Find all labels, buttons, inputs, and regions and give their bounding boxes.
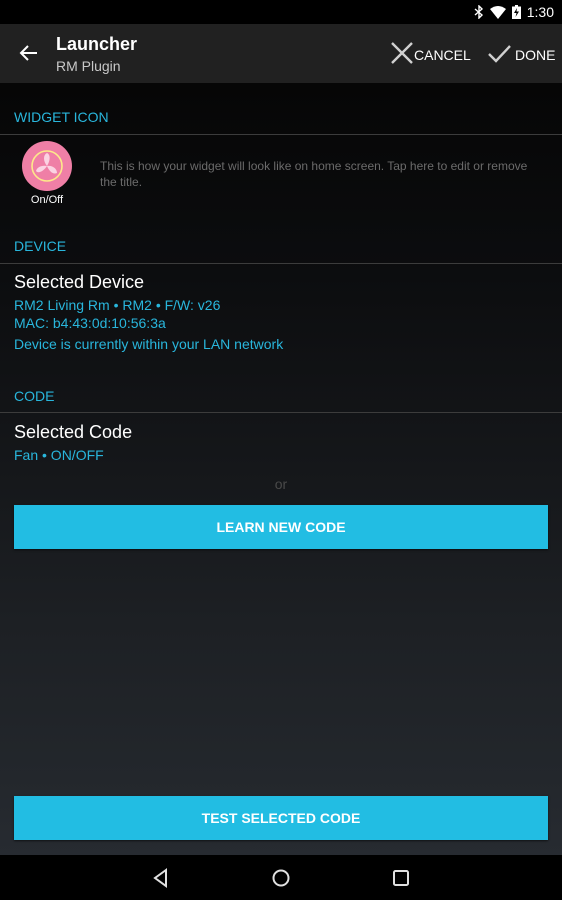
battery-charging-icon (511, 5, 521, 19)
section-header-label: CODE (14, 388, 55, 404)
widget-preview-row[interactable]: On/Off This is how your widget will look… (0, 137, 562, 207)
app-subtitle: RM Plugin (56, 58, 121, 74)
app-bar: Launcher RM Plugin CANCEL DONE (0, 24, 562, 83)
close-icon (390, 41, 414, 68)
back-nav-icon (150, 868, 172, 893)
status-icons: 1:30 (474, 4, 554, 20)
status-bar: 1:30 (0, 0, 562, 24)
nav-home-button[interactable] (270, 867, 292, 889)
cancel-label: CANCEL (414, 46, 471, 63)
back-button[interactable] (18, 42, 44, 66)
fan-icon (22, 150, 72, 195)
selected-code-value: Fan • ON/OFF (14, 447, 104, 463)
app-title: Launcher (56, 34, 138, 54)
test-selected-code-button[interactable]: TEST SELECTED CODE (14, 796, 548, 840)
divider (0, 134, 562, 135)
section-header-label: WIDGET ICON (14, 109, 109, 125)
divider (0, 263, 562, 264)
divider (0, 412, 562, 413)
check-icon (487, 41, 511, 68)
device-network-status: Device is currently within your LAN netw… (14, 336, 284, 352)
done-button[interactable]: DONE (487, 41, 555, 68)
section-header-label: DEVICE (14, 238, 67, 254)
cancel-button[interactable]: CANCEL (390, 41, 471, 68)
status-time: 1:30 (526, 4, 554, 20)
selected-device-title: Selected Device (14, 272, 145, 292)
done-label: DONE (515, 46, 556, 63)
content-area: WIDGET ICON On/Off This is how your widg… (0, 83, 562, 855)
widget-description: This is how your widget will look like o… (100, 159, 528, 189)
device-info: RM2 Living Rm • RM2 • F/W: v26 (14, 297, 221, 313)
bluetooth-icon (474, 5, 484, 19)
widget-icon-label: On/Off (30, 194, 64, 206)
wifi-icon (489, 5, 506, 19)
device-mac: MAC: b4:43:0d:10:56:3a (14, 315, 166, 331)
selected-code-title: Selected Code (14, 422, 133, 442)
recents-nav-icon (390, 870, 412, 893)
home-nav-icon (270, 869, 292, 893)
navigation-bar (0, 855, 562, 900)
widget-icon-preview[interactable] (22, 141, 72, 191)
or-separator: or (274, 476, 288, 492)
arrow-back-icon (18, 45, 40, 68)
learn-new-code-button[interactable]: LEARN NEW CODE (14, 505, 548, 549)
nav-back-button[interactable] (150, 867, 172, 889)
nav-recents-button[interactable] (390, 867, 412, 889)
